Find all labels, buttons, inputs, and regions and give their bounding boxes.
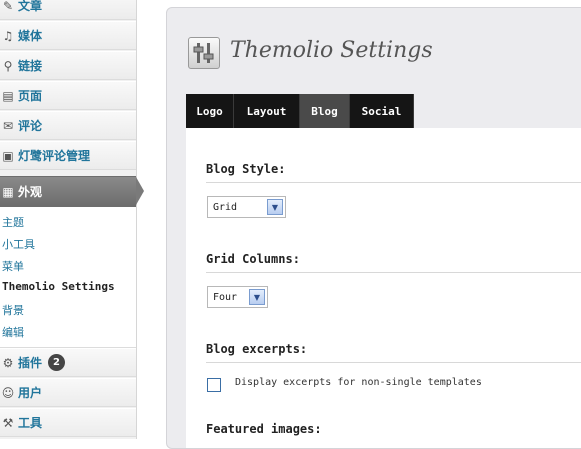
divider (206, 182, 581, 183)
pin-icon: ✎ (2, 0, 14, 13)
menu-comments[interactable]: ✉ 评论 (0, 111, 136, 140)
menu-pages-label: 页面 (18, 89, 43, 103)
menu-tools[interactable]: ⚒ 工具 (0, 408, 136, 437)
grid-columns-heading: Grid Columns: (206, 252, 300, 266)
menu-posts-label: 文章 (18, 0, 43, 13)
menu-users[interactable]: ☺ 用户 (0, 378, 136, 407)
menu-comment-manager-label: 灯鹭评论管理 (18, 149, 91, 163)
chevron-down-icon[interactable]: ▼ (267, 199, 283, 215)
menu-tools-label: 工具 (18, 416, 43, 430)
submenu-editor[interactable]: 编辑 (2, 324, 24, 340)
featured-images-heading: Featured images: (206, 422, 322, 436)
blog-excerpts-heading: Blog excerpts: (206, 342, 308, 356)
grid-columns-value: Four (213, 291, 238, 303)
submenu-widgets[interactable]: 小工具 (2, 236, 35, 252)
comment-icon: ✉ (2, 118, 14, 133)
plugin-icon: ⚙ (2, 355, 14, 370)
menu-links-label: 链接 (18, 59, 43, 73)
page-title: Themolio Settings (230, 38, 433, 63)
tab-logo[interactable]: Logo (186, 94, 234, 128)
appearance-submenu: 主题 小工具 菜单 Themolio Settings 背景 编辑 (0, 207, 136, 348)
menu-media-label: 媒体 (18, 29, 43, 43)
display-excerpts-label: Display excerpts for non-single template… (235, 377, 482, 388)
menu-comments-label: 评论 (18, 119, 43, 133)
menu-plugins[interactable]: ⚙ 插件 2 (0, 348, 136, 377)
blog-style-heading: Blog Style: (206, 162, 286, 176)
submenu-background[interactable]: 背景 (2, 302, 24, 318)
tab-layout[interactable]: Layout (234, 94, 300, 128)
comment-manager-icon: ▣ (2, 148, 14, 163)
menu-posts[interactable]: ✎ 文章 (0, 0, 136, 20)
chevron-down-icon[interactable]: ▼ (249, 289, 265, 305)
display-excerpts-checkbox[interactable] (207, 378, 221, 392)
submenu-menus[interactable]: 菜单 (2, 258, 24, 274)
update-count-badge: 2 (48, 354, 66, 371)
divider (206, 362, 581, 363)
blog-style-select[interactable]: Grid ▼ (207, 196, 286, 218)
settings-sliders-icon (188, 37, 220, 69)
current-menu-arrow (136, 177, 144, 205)
link-icon: ⚲ (3, 58, 13, 73)
submenu-themes[interactable]: 主题 (2, 214, 24, 230)
tools-icon: ⚒ (2, 415, 14, 430)
admin-sidebar: ✎ 文章 ♫ 媒体 ⚲ 链接 ▤ 页面 ✉ 评论 ▣ 灯鹭评论管理 ▦ 外观 主… (0, 0, 144, 439)
menu-users-label: 用户 (18, 386, 43, 400)
menu-media[interactable]: ♫ 媒体 (0, 21, 136, 50)
menu-appearance-label: 外观 (18, 185, 43, 199)
menu-plugins-label: 插件 (18, 356, 43, 370)
grid-columns-select[interactable]: Four ▼ (207, 286, 268, 308)
submenu-themolio-settings[interactable]: Themolio Settings (2, 280, 115, 293)
menu-comment-manager[interactable]: ▣ 灯鹭评论管理 (0, 141, 136, 170)
menu-appearance[interactable]: ▦ 外观 (0, 176, 144, 207)
blog-style-value: Grid (213, 201, 238, 213)
tab-social[interactable]: Social (350, 94, 414, 128)
menu-links[interactable]: ⚲ 链接 (0, 51, 136, 80)
media-icon: ♫ (2, 28, 14, 43)
settings-tabs: Logo Layout Blog Social (186, 94, 414, 128)
menu-pages[interactable]: ▤ 页面 (0, 81, 136, 110)
page-icon: ▤ (2, 88, 14, 103)
appearance-icon: ▦ (2, 184, 14, 199)
tab-blog[interactable]: Blog (300, 94, 350, 128)
divider (206, 272, 581, 273)
users-icon: ☺ (1, 385, 15, 400)
